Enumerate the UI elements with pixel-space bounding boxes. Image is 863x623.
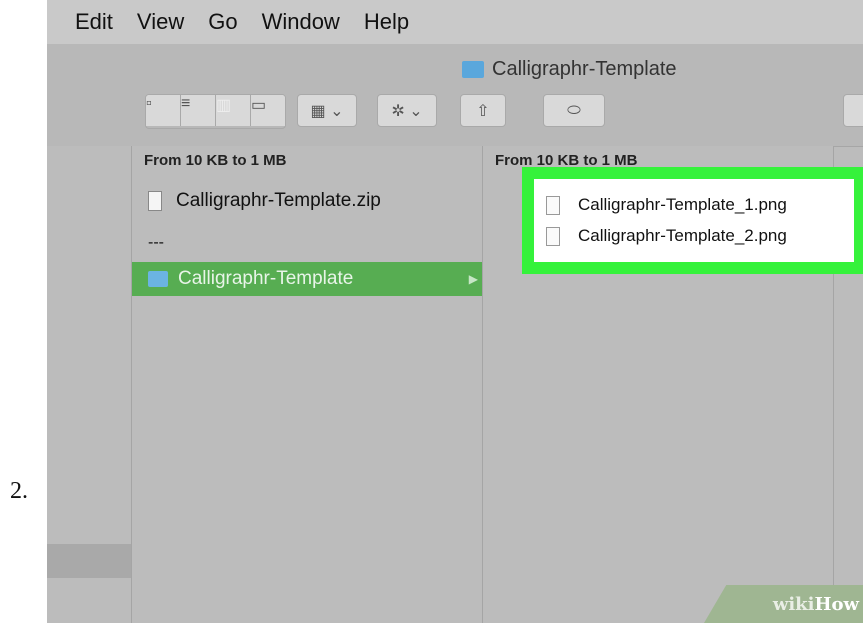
search-field[interactable]: [843, 94, 863, 127]
list-item-png-1[interactable]: Calligraphr-Template_1.png: [534, 190, 787, 220]
cover-flow-view-icon: ▭: [251, 95, 285, 126]
folder-icon: [148, 271, 168, 287]
window-toolbar: Calligraphr-Template ▫ ≡ ▥ ▭ ▦ ⌄ ✲ ⌄ ⇧ ⬭: [47, 44, 863, 147]
list-item-separator: ---: [132, 226, 482, 260]
watermark-wiki: wiki: [772, 593, 815, 615]
browser-column-1: From 10 KB to 1 MB Calligraphr-Template.…: [132, 146, 483, 623]
zip-file-icon: [148, 191, 162, 211]
file-name: Calligraphr-Template.zip: [176, 190, 381, 211]
action-button[interactable]: ✲ ⌄: [377, 94, 437, 127]
folder-icon: [462, 61, 484, 78]
list-item-folder-selected[interactable]: Calligraphr-Template ▶: [132, 262, 482, 296]
sidebar-column: [47, 146, 132, 623]
sidebar-selected-item[interactable]: [47, 544, 131, 578]
menu-window[interactable]: Window: [262, 9, 340, 35]
icon-view-button[interactable]: ▫: [146, 95, 181, 126]
menu-edit[interactable]: Edit: [75, 9, 113, 35]
list-view-button[interactable]: ≡: [181, 95, 216, 126]
folder-name: Calligraphr-Template: [178, 268, 354, 289]
icon-view-icon: ▫: [146, 95, 180, 126]
window-title-text: Calligraphr-Template: [492, 58, 677, 80]
arrange-button[interactable]: ▦ ⌄: [297, 94, 357, 127]
wikihow-watermark: wiki How: [704, 585, 863, 623]
menu-view[interactable]: View: [137, 9, 184, 35]
window-title: Calligraphr-Template: [462, 58, 677, 81]
share-button[interactable]: ⇧: [460, 94, 506, 127]
gear-icon: ✲ ⌄: [391, 102, 423, 120]
file-name: Calligraphr-Template_1.png: [578, 195, 787, 214]
menu-go[interactable]: Go: [208, 9, 237, 35]
finder-screenshot: Edit View Go Window Help Calligraphr-Tem…: [47, 0, 863, 623]
tags-button[interactable]: ⬭: [543, 94, 605, 127]
list-item-zip[interactable]: Calligraphr-Template.zip: [132, 184, 482, 218]
disclosure-arrow-icon: ▶: [468, 272, 478, 286]
tag-icon: ⬭: [567, 101, 581, 119]
view-mode-segmented-control[interactable]: ▫ ≡ ▥ ▭: [145, 94, 286, 129]
menu-bar: Edit View Go Window Help: [47, 0, 863, 44]
png-file-icon: [546, 195, 560, 215]
column-view-button[interactable]: ▥: [216, 95, 251, 126]
column-view-icon: ▥: [216, 95, 250, 126]
list-view-icon: ≡: [181, 95, 215, 126]
separator-label: ---: [148, 234, 164, 251]
png-file-icon: [546, 226, 560, 246]
column-header: From 10 KB to 1 MB: [144, 152, 287, 169]
list-item-png-2[interactable]: Calligraphr-Template_2.png: [534, 221, 787, 251]
file-name: Calligraphr-Template_2.png: [578, 226, 787, 245]
watermark-how: How: [814, 593, 859, 615]
share-icon: ⇧: [476, 102, 490, 120]
cover-flow-view-button[interactable]: ▭: [251, 95, 285, 126]
arrange-grid-icon: ▦ ⌄: [310, 102, 344, 120]
step-number: 2.: [10, 478, 28, 504]
highlight-box: Calligraphr-Template_1.png Calligraphr-T…: [522, 167, 863, 274]
menu-help[interactable]: Help: [364, 9, 409, 35]
